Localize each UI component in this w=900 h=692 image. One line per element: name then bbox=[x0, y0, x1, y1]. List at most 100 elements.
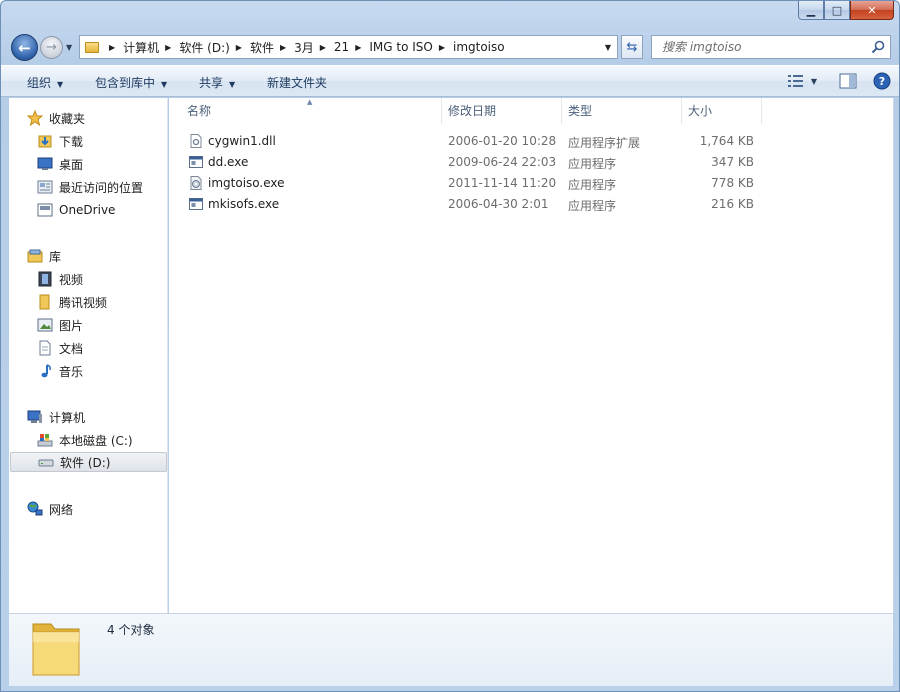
file-row[interactable]: cygwin1.dll 2006-01-20 10:28 应用程序扩展 1,76… bbox=[169, 131, 769, 152]
search-input[interactable] bbox=[660, 39, 869, 55]
organize-button[interactable]: 组织 ▼ bbox=[27, 74, 63, 91]
item-count: 4 个对象 bbox=[107, 623, 155, 637]
view-controls: ▼ ? bbox=[787, 71, 891, 91]
forward-button[interactable]: → bbox=[40, 36, 63, 59]
file-type: 应用程序 bbox=[568, 178, 617, 192]
new-folder-button[interactable]: 新建文件夹 bbox=[267, 74, 327, 91]
nav-network[interactable]: 网络 bbox=[27, 499, 73, 519]
breadcrumb-separator[interactable]: ▶ bbox=[320, 43, 326, 52]
file-modified: 2011-11-14 11:20 bbox=[448, 176, 557, 190]
breadcrumb-item[interactable]: imgtoiso bbox=[453, 40, 505, 54]
breadcrumb-item[interactable]: 软件 (D:) bbox=[179, 39, 229, 56]
nav-item-label: 图片 bbox=[59, 318, 84, 333]
file-size: 1,764 KB bbox=[699, 134, 754, 148]
file-list: ▲ 名称 修改日期 类型 大小 cygwin1.dll 2006-01-20 1… bbox=[169, 98, 893, 613]
nav-item-label: 桌面 bbox=[59, 157, 84, 172]
maximize-button[interactable]: □ bbox=[824, 1, 850, 20]
breadcrumb-item[interactable]: IMG to ISO bbox=[369, 40, 432, 54]
help-button[interactable]: ? bbox=[873, 71, 891, 91]
preview-pane-button[interactable] bbox=[839, 71, 857, 91]
system-drive-icon bbox=[37, 432, 53, 448]
column-header-modified[interactable]: 修改日期 bbox=[442, 98, 562, 124]
arrow-left-icon: ← bbox=[18, 38, 31, 57]
file-name: dd.exe bbox=[208, 155, 249, 169]
breadcrumb-item[interactable]: 软件 bbox=[250, 39, 274, 56]
column-header-label: 类型 bbox=[568, 104, 593, 118]
breadcrumb: ▶ 计算机 ▶ 软件 (D:) ▶ 软件 ▶ 3月 ▶ 21 ▶ IMG to … bbox=[103, 36, 599, 58]
pane-divider bbox=[893, 98, 894, 613]
nav-item-tencent-video[interactable]: 腾讯视频 bbox=[37, 292, 107, 312]
breadcrumb-separator[interactable]: ▶ bbox=[280, 43, 286, 52]
nav-item-label: 音乐 bbox=[59, 364, 84, 379]
column-header-name[interactable]: 名称 bbox=[181, 98, 442, 124]
column-header-size[interactable]: 大小 bbox=[682, 98, 762, 124]
back-button[interactable]: ← bbox=[11, 34, 38, 61]
nav-favorites[interactable]: 收藏夹 bbox=[27, 108, 85, 128]
network-icon bbox=[27, 501, 43, 517]
file-row[interactable]: mkisofs.exe 2006-04-30 2:01 应用程序 216 KB bbox=[169, 194, 769, 215]
nav-item-onedrive[interactable]: OneDrive bbox=[37, 200, 115, 220]
nav-item-recent-places[interactable]: 最近访问的位置 bbox=[37, 177, 143, 197]
nav-computer-label: 计算机 bbox=[49, 410, 86, 425]
file-name: cygwin1.dll bbox=[208, 134, 276, 148]
nav-computer[interactable]: 计算机 bbox=[27, 407, 85, 427]
nav-item-label: 软件 (D:) bbox=[60, 455, 111, 470]
nav-libraries[interactable]: 库 bbox=[27, 246, 61, 266]
nav-item-drive-c[interactable]: 本地磁盘 (C:) bbox=[37, 430, 133, 450]
minimize-button[interactable]: ▁ bbox=[798, 1, 824, 20]
nav-item-label: 视频 bbox=[59, 272, 84, 287]
nav-item-downloads[interactable]: 下载 bbox=[37, 131, 83, 151]
breadcrumb-item[interactable]: 计算机 bbox=[123, 39, 159, 56]
breadcrumb-separator[interactable]: ▶ bbox=[109, 43, 115, 52]
recent-pages-dropdown[interactable]: ▼ bbox=[66, 43, 72, 52]
nav-item-desktop[interactable]: 桌面 bbox=[37, 154, 83, 174]
breadcrumb-item[interactable]: 3月 bbox=[294, 39, 314, 56]
nav-item-documents[interactable]: 文档 bbox=[37, 338, 83, 358]
library-icon bbox=[27, 248, 43, 264]
minimize-icon: ▁ bbox=[806, 3, 816, 17]
breadcrumb-separator[interactable]: ▶ bbox=[236, 43, 242, 52]
view-options-dropdown[interactable]: ▼ bbox=[811, 71, 817, 91]
file-row[interactable]: dd.exe 2009-06-24 22:03 应用程序 347 KB bbox=[169, 152, 769, 173]
star-icon bbox=[27, 110, 43, 126]
change-view-button[interactable] bbox=[787, 71, 805, 91]
file-row[interactable]: imgtoiso.exe 2011-11-14 11:20 应用程序 778 K… bbox=[169, 173, 769, 194]
folder-icon bbox=[85, 41, 99, 53]
search-icon[interactable] bbox=[869, 38, 887, 56]
share-button[interactable]: 共享 ▼ bbox=[199, 74, 235, 91]
breadcrumb-separator[interactable]: ▶ bbox=[439, 43, 445, 52]
recent-places-icon bbox=[37, 179, 53, 195]
chevron-down-icon: ▼ bbox=[161, 80, 168, 89]
computer-icon bbox=[27, 409, 43, 425]
include-in-library-button[interactable]: 包含到库中 ▼ bbox=[95, 74, 167, 91]
desktop-icon bbox=[37, 156, 53, 172]
nav-item-label: 下载 bbox=[59, 134, 84, 149]
disc-exe-icon bbox=[190, 176, 202, 190]
navigation-bar: ← → ▼ ▶ 计算机 ▶ 软件 (D:) ▶ 软件 ▶ 3月 ▶ 21 ▶ I… bbox=[1, 31, 899, 63]
view-details-icon bbox=[787, 75, 803, 87]
refresh-button[interactable]: ⇆ bbox=[621, 35, 643, 59]
nav-item-pictures[interactable]: 图片 bbox=[37, 315, 83, 335]
include-in-library-label: 包含到库中 bbox=[95, 76, 156, 90]
navigation-pane: 收藏夹 下载 桌面 最近访问的位置 OneDrive 库 视频 腾讯视频 图片 … bbox=[9, 98, 168, 613]
breadcrumb-item[interactable]: 21 bbox=[334, 40, 349, 54]
nav-item-videos[interactable]: 视频 bbox=[37, 269, 83, 289]
address-history-dropdown[interactable]: ▼ bbox=[599, 43, 617, 52]
nav-item-music[interactable]: 音乐 bbox=[37, 361, 83, 381]
file-type: 应用程序 bbox=[568, 199, 617, 213]
breadcrumb-separator[interactable]: ▶ bbox=[355, 43, 361, 52]
close-button[interactable]: ✕ bbox=[850, 1, 894, 20]
picture-icon bbox=[37, 317, 53, 333]
title-bar[interactable]: ▁ □ ✕ bbox=[1, 1, 899, 27]
file-size: 347 KB bbox=[711, 155, 754, 169]
breadcrumb-separator[interactable]: ▶ bbox=[165, 43, 171, 52]
share-label: 共享 bbox=[199, 76, 224, 90]
column-header-type[interactable]: 类型 bbox=[562, 98, 682, 124]
onedrive-icon bbox=[37, 202, 53, 218]
nav-network-label: 网络 bbox=[49, 502, 74, 517]
column-header-label: 大小 bbox=[688, 104, 713, 118]
command-bar: 组织 ▼ 包含到库中 ▼ 共享 ▼ 新建文件夹 ▼ ? bbox=[1, 65, 899, 97]
video-icon bbox=[37, 271, 53, 287]
address-bar[interactable]: ▶ 计算机 ▶ 软件 (D:) ▶ 软件 ▶ 3月 ▶ 21 ▶ IMG to … bbox=[79, 35, 618, 59]
nav-item-drive-d[interactable]: 软件 (D:) bbox=[10, 452, 167, 472]
